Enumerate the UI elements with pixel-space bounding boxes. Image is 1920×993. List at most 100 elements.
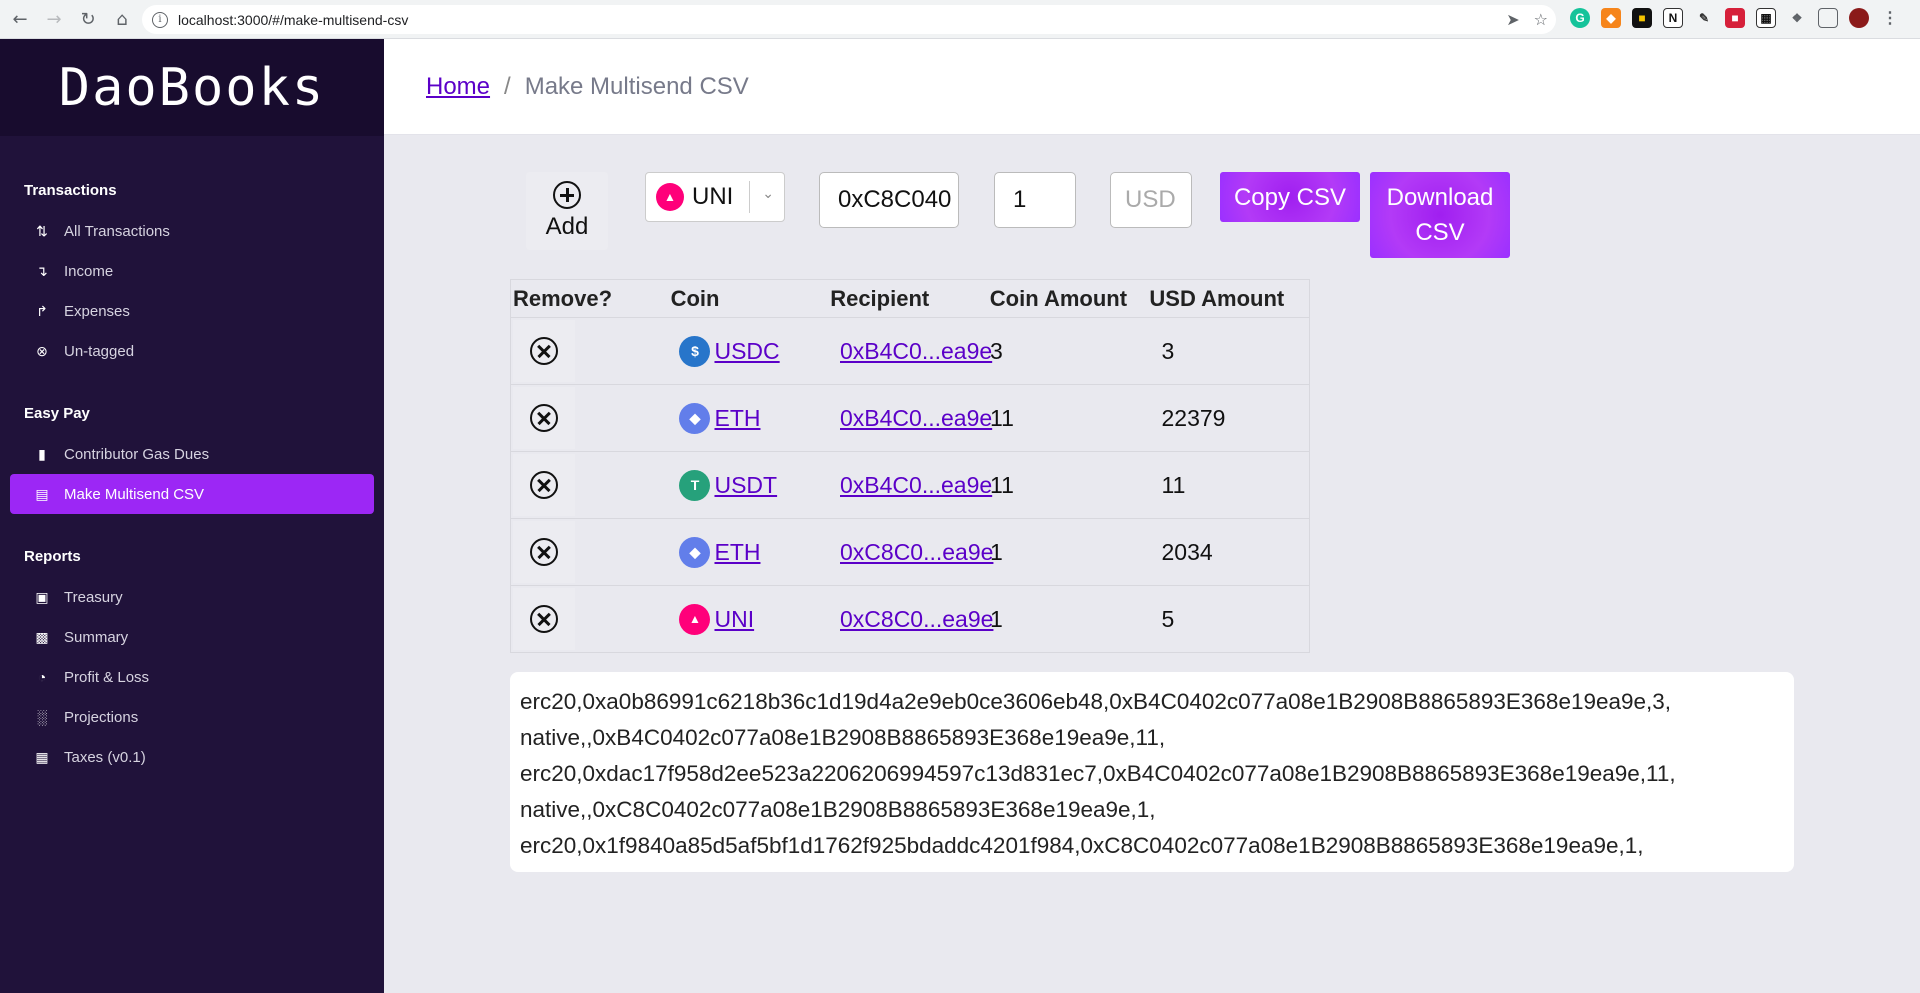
csv-line: erc20,0xdac17f958d2ee523a2206206994597c1… — [520, 761, 1676, 786]
bar-chart-icon: ░ — [37, 709, 47, 725]
recipient-link[interactable]: 0xC8C0...ea9e — [840, 606, 993, 632]
column-header-coin: Coin — [670, 285, 720, 311]
coin-select[interactable]: ▲ UNI ⌄ — [645, 172, 785, 222]
extension-red-icon[interactable]: ■ — [1725, 8, 1745, 28]
breadcrumb-separator: / — [504, 72, 511, 100]
sidebar-item-untagged[interactable]: ⊗ Un-tagged — [10, 331, 374, 371]
arrows-updown-icon: ⇅ — [36, 222, 48, 239]
extensions-bar: G ◆ ■ N ✎ ■ ▦ ❖ ⋮ — [1570, 8, 1900, 28]
metamask-extension-icon[interactable]: ◆ — [1601, 8, 1621, 28]
remove-row-button[interactable] — [513, 387, 575, 449]
site-info-icon[interactable]: i — [152, 11, 168, 28]
recipient-link[interactable]: 0xC8C0...ea9e — [840, 539, 993, 565]
add-button-label: Add — [545, 213, 589, 240]
sidebar-item-label: Expenses — [64, 302, 130, 320]
coin-amount-cell: 1 — [990, 538, 1003, 565]
page-title: Make Multisend CSV — [524, 72, 749, 100]
sidebar-item-label: Profit & Loss — [64, 668, 150, 686]
coin-link[interactable]: ETH — [714, 405, 760, 432]
sidebar-item-label: Make Multisend CSV — [64, 485, 205, 503]
sidebar-item-summary[interactable]: ▩ Summary — [10, 617, 374, 657]
browser-menu-icon[interactable]: ⋮ — [1880, 8, 1900, 28]
x-circle-icon — [530, 337, 558, 365]
sidebar-item-label: All Transactions — [64, 222, 170, 240]
multisend-table: Remove? Coin Recipient Coin Amount USD A… — [510, 279, 1310, 653]
coin-select-value: UNI — [692, 183, 734, 210]
sidebar-item-projections[interactable]: ░ Projections — [10, 697, 374, 737]
grammarly-extension-icon[interactable]: G — [1570, 8, 1590, 28]
side-panel-icon[interactable] — [1818, 8, 1838, 28]
coin-amount-cell: 3 — [990, 337, 1003, 364]
recipient-input[interactable]: 0xC8C040 — [819, 172, 959, 228]
coin-amount-input[interactable]: 1 — [994, 172, 1076, 228]
remove-row-button[interactable] — [513, 521, 575, 583]
forward-icon[interactable]: → — [40, 5, 68, 33]
sidebar-item-make-multisend-csv[interactable]: ▤ Make Multisend CSV — [10, 474, 374, 514]
url-text[interactable]: localhost:3000/#/make-multisend-csv — [178, 12, 408, 28]
sidebar-item-label: Un-tagged — [64, 342, 135, 360]
chevron-down-icon[interactable]: ⌄ — [762, 185, 774, 202]
breadcrumb-home-link[interactable]: Home — [426, 73, 490, 101]
x-circle-icon — [530, 404, 558, 432]
arrow-up-icon: ↱ — [36, 302, 48, 319]
logo-container: DaoBooks — [0, 39, 384, 136]
remove-row-button[interactable] — [513, 588, 575, 650]
profile-avatar[interactable] — [1849, 8, 1869, 28]
send-icon[interactable]: ➤ — [1506, 10, 1519, 29]
plus-circle-icon — [553, 181, 581, 209]
coin-link[interactable]: USDT — [714, 472, 777, 499]
address-bar[interactable]: i localhost:3000/#/make-multisend-csv ➤ … — [142, 5, 1556, 34]
section-title-reports: Reports — [24, 548, 81, 565]
coin-link[interactable]: ETH — [714, 539, 760, 566]
recipient-link[interactable]: 0xB4C0...ea9e — [840, 472, 992, 498]
sidebar-item-profit-loss[interactable]: ◔ Profit & Loss — [10, 657, 374, 697]
table-row: ◆ ETH 0xC8C0...ea9e 1 2034 — [511, 518, 1309, 585]
remove-row-button[interactable] — [513, 454, 575, 516]
eth-coin-icon: ◆ — [679, 402, 711, 434]
coin-link[interactable]: USDC — [714, 338, 779, 365]
uni-coin-icon: ▲ — [679, 603, 711, 635]
usdc-coin-icon: $ — [679, 335, 711, 367]
sidebar-item-contributor-gas-dues[interactable]: ▮ Contributor Gas Dues — [10, 434, 374, 474]
recipient-link[interactable]: 0xB4C0...ea9e — [840, 338, 992, 364]
sidebar-item-treasury[interactable]: ▣ Treasury — [10, 577, 374, 617]
notion-extension-icon[interactable]: N — [1663, 8, 1683, 28]
sidebar-item-taxes[interactable]: ▦ Taxes (v0.1) — [10, 737, 374, 777]
profit-loss-icon: ◔ — [37, 669, 47, 685]
sidebar: DaoBooks Transactions ⇅ All Transactions… — [0, 39, 384, 993]
puzzle-extensions-icon[interactable]: ❖ — [1787, 8, 1807, 28]
table-header: Remove? Coin Recipient Coin Amount USD A… — [511, 280, 1309, 317]
x-circle-icon — [530, 605, 558, 633]
csv-line: erc20,0xa0b86991c6218b36c1d19d4a2e9eb0ce… — [520, 689, 1672, 714]
extension-icon[interactable]: ■ — [1632, 8, 1652, 28]
download-csv-button[interactable]: Download CSV — [1370, 172, 1510, 258]
csv-line: native,,0xC8C0402c077a08e1B2908B8865893E… — [520, 797, 1156, 822]
sidebar-item-income[interactable]: ↴ Income — [10, 251, 374, 291]
qr-extension-icon[interactable]: ▦ — [1756, 8, 1776, 28]
usd-amount-cell: 22379 — [1161, 404, 1226, 431]
sidebar-item-label: Contributor Gas Dues — [64, 445, 210, 463]
table-row: T USDT 0xB4C0...ea9e 11 11 — [511, 451, 1309, 518]
coin-link[interactable]: UNI — [714, 606, 754, 633]
usd-amount-input[interactable]: USD — [1110, 172, 1192, 228]
sidebar-item-expenses[interactable]: ↱ Expenses — [10, 291, 374, 331]
add-button[interactable]: Add — [526, 172, 608, 250]
csv-output[interactable]: erc20,0xa0b86991c6218b36c1d19d4a2e9eb0ce… — [510, 672, 1794, 872]
back-icon[interactable]: ← — [6, 5, 34, 33]
csv-line: native,,0xB4C0402c077a08e1B2908B8865893E… — [520, 725, 1166, 750]
reload-icon[interactable]: ↻ — [74, 5, 102, 33]
usdt-coin-icon: T — [679, 469, 711, 501]
sidebar-item-label: Taxes (v0.1) — [64, 748, 146, 766]
sidebar-item-all-transactions[interactable]: ⇅ All Transactions — [10, 211, 374, 251]
usd-amount-cell: 2034 — [1161, 538, 1213, 565]
app-logo[interactable]: DaoBooks — [59, 58, 325, 118]
remove-row-button[interactable] — [513, 320, 575, 382]
copy-csv-button[interactable]: Copy CSV — [1220, 172, 1360, 222]
column-header-remove: Remove? — [513, 285, 613, 311]
uni-coin-icon: ▲ — [656, 183, 684, 211]
recipient-link[interactable]: 0xB4C0...ea9e — [840, 405, 992, 431]
eyedropper-extension-icon[interactable]: ✎ — [1694, 8, 1714, 28]
safe-icon: ▣ — [35, 588, 49, 605]
home-icon[interactable]: ⌂ — [108, 5, 136, 33]
bookmark-star-icon[interactable]: ☆ — [1534, 10, 1548, 29]
